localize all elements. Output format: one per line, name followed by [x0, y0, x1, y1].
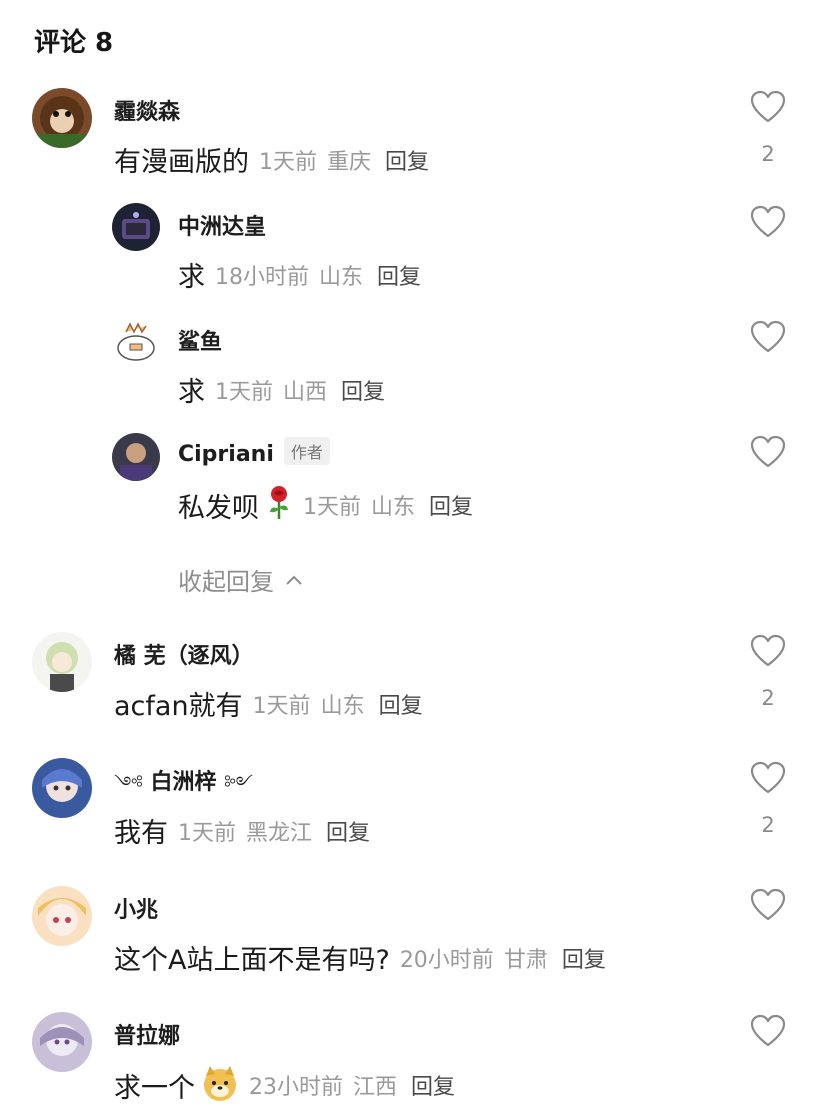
comment-body: acfan就有 1天前 山东 回复 [114, 684, 423, 723]
reply-button[interactable]: 回复 [385, 144, 429, 176]
name-decoration-left: ༺ [114, 773, 143, 794]
like-count: 2 [761, 142, 775, 166]
heart-outline-icon[interactable] [750, 634, 786, 668]
avatar[interactable] [112, 203, 160, 251]
like-count: 2 [761, 813, 775, 837]
comment-text: 求 [178, 377, 205, 408]
comment-location: 江西 [353, 1075, 398, 1100]
avatar[interactable] [112, 318, 160, 366]
rose-emoji-icon [265, 485, 293, 525]
user-name[interactable]: 普拉娜 [114, 1018, 180, 1050]
comment-text: 我有 [114, 818, 168, 849]
comment-time: 23小时前 [249, 1075, 343, 1100]
comment-text: 这个A站上面不是有吗? [114, 945, 390, 976]
user-name[interactable]: 小兆 [114, 892, 158, 924]
comment-text: acfan就有 [114, 691, 243, 722]
user-name[interactable]: 霾燚森 [114, 94, 180, 126]
comment-text: 求一个 [114, 1072, 195, 1104]
avatar[interactable] [112, 433, 160, 481]
comment-body: 求一个 23小时前 江西 回复 [114, 1064, 455, 1106]
collapse-replies-button[interactable]: 收起回复 [178, 562, 304, 597]
avatar[interactable] [32, 632, 92, 692]
comment-location: 甘肃 [503, 947, 548, 973]
comment-time: 1天前 [215, 379, 273, 405]
comment-text: 求 [178, 262, 205, 293]
comment-location: 山东 [320, 693, 365, 719]
avatar[interactable] [32, 88, 92, 148]
comment-location: 黑龙江 [246, 820, 313, 846]
comment-time: 1天前 [252, 693, 311, 719]
reply-button[interactable]: 回复 [379, 688, 423, 720]
chevron-up-icon [285, 575, 302, 585]
comment-body: 求 1天前 山西 回复 [178, 370, 385, 409]
doge-emoji-icon [201, 1064, 239, 1106]
heart-outline-icon[interactable] [750, 435, 786, 469]
author-name-row: Cipriani 作者 [178, 437, 330, 467]
name-row: ༺ 白洲梓 ༻ [114, 764, 253, 814]
comment-time: 1天前 [259, 149, 317, 175]
heart-outline-icon[interactable] [750, 761, 786, 795]
user-name[interactable]: 鲨鱼 [178, 324, 222, 356]
heart-outline-icon[interactable] [750, 888, 786, 922]
comment-body: 有漫画版的 1天前 重庆 回复 [114, 140, 429, 179]
reply-button[interactable]: 回复 [377, 259, 421, 291]
user-name[interactable]: 橘 芜（逐风） [114, 638, 254, 670]
avatar[interactable] [32, 1012, 92, 1072]
reply-button[interactable]: 回复 [341, 374, 385, 406]
collapse-label: 收起回复 [178, 568, 274, 596]
user-name[interactable]: Cipriani [178, 442, 274, 467]
comment-time: 1天前 [303, 495, 361, 520]
author-badge: 作者 [283, 437, 330, 465]
comment-text: 私发呗 [178, 492, 259, 524]
comment-body: 我有 1天前 黑龙江 回复 [114, 811, 370, 850]
reply-button[interactable]: 回复 [411, 1069, 455, 1101]
avatar[interactable] [32, 758, 92, 818]
comment-body: 私发呗 1天前 山东 回复 [178, 485, 473, 525]
comment-location: 重庆 [327, 149, 372, 175]
comment-text: 有漫画版的 [114, 147, 249, 178]
heart-outline-icon[interactable] [750, 205, 786, 239]
avatar[interactable] [32, 886, 92, 946]
comment-body: 这个A站上面不是有吗? 20小时前 甘肃 回复 [114, 938, 606, 977]
user-name[interactable]: 中洲达皇 [178, 209, 266, 241]
comment-location: 山西 [283, 379, 328, 405]
reply-button[interactable]: 回复 [429, 489, 473, 521]
reply-button[interactable]: 回复 [562, 942, 606, 974]
heart-outline-icon[interactable] [750, 1014, 786, 1048]
comment-body: 求 18小时前 山东 回复 [178, 255, 421, 294]
comment-location: 山东 [319, 264, 364, 290]
like-count: 2 [761, 686, 775, 710]
comments-header: 评论 8 [34, 28, 114, 58]
heart-outline-icon[interactable] [750, 320, 786, 354]
comment-time: 18小时前 [215, 264, 309, 290]
reply-button[interactable]: 回复 [326, 815, 370, 847]
user-name[interactable]: 白洲梓 [150, 770, 216, 795]
comment-location: 山东 [371, 495, 416, 520]
name-decoration-right: ༻ [224, 773, 253, 794]
comment-time: 1天前 [178, 820, 236, 846]
heart-outline-icon[interactable] [750, 90, 786, 124]
comment-time: 20小时前 [399, 947, 494, 973]
